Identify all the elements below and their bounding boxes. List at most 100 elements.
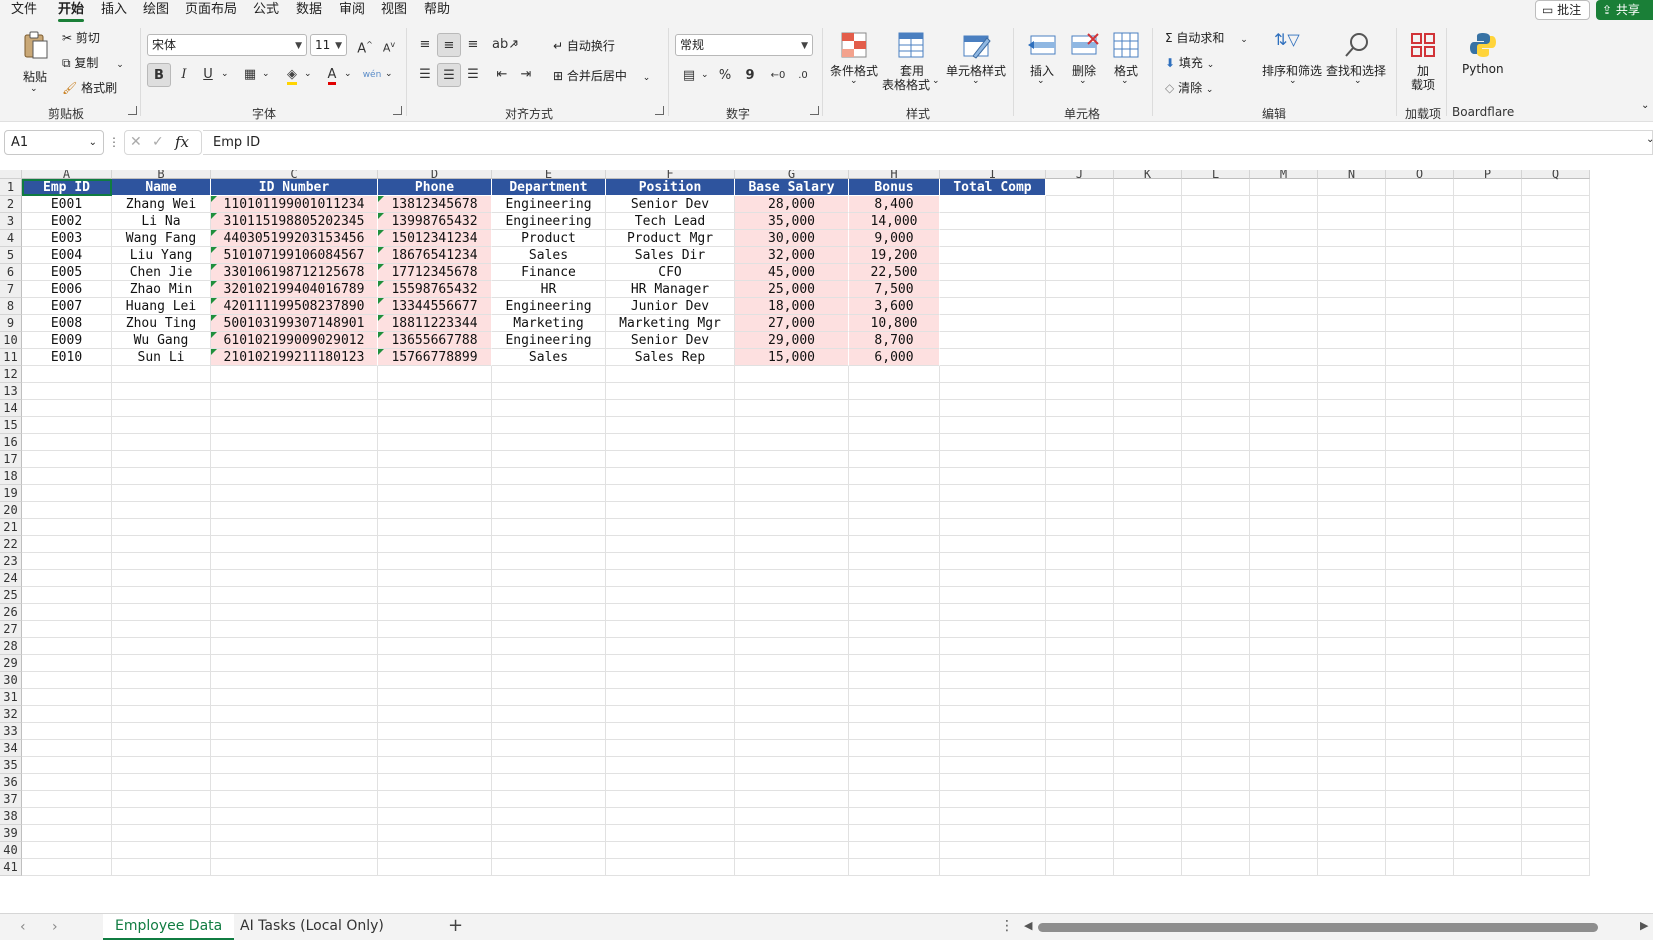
cell-P31[interactable] <box>1454 689 1522 706</box>
cell-M18[interactable] <box>1250 468 1318 485</box>
number-format-select[interactable]: 常规 ▼ <box>675 34 813 56</box>
cell-I14[interactable] <box>940 400 1046 417</box>
horizontal-scrollbar[interactable] <box>1038 923 1598 932</box>
cell-H19[interactable] <box>849 485 940 502</box>
cell-P9[interactable] <box>1454 315 1522 332</box>
cell-L15[interactable] <box>1182 417 1250 434</box>
cell-N18[interactable] <box>1318 468 1386 485</box>
cell-H26[interactable] <box>849 604 940 621</box>
column-header-D[interactable]: D <box>378 170 492 180</box>
scroll-right-icon[interactable]: ▶ <box>1640 919 1648 932</box>
cell-G1[interactable]: Base Salary <box>735 179 849 196</box>
cell-F24[interactable] <box>606 570 735 587</box>
cell-B38[interactable] <box>112 808 211 825</box>
cell-I4[interactable] <box>940 230 1046 247</box>
increase-indent-button[interactable]: ⇥ <box>514 63 538 87</box>
font-color-button[interactable]: A <box>320 63 344 87</box>
cell-N31[interactable] <box>1318 689 1386 706</box>
cell-I6[interactable] <box>940 264 1046 281</box>
cell-F38[interactable] <box>606 808 735 825</box>
cell-Q15[interactable] <box>1522 417 1590 434</box>
cell-O11[interactable] <box>1386 349 1454 366</box>
cell-C9[interactable]: 500103199307148901 <box>211 315 378 332</box>
cell-J14[interactable] <box>1046 400 1114 417</box>
cell-J35[interactable] <box>1046 757 1114 774</box>
cell-N7[interactable] <box>1318 281 1386 298</box>
row-header-36[interactable]: 36 <box>0 774 22 791</box>
menu-tab-help[interactable]: 帮助 <box>424 2 450 18</box>
cell-E40[interactable] <box>492 842 606 859</box>
row-header-39[interactable]: 39 <box>0 825 22 842</box>
cell-O7[interactable] <box>1386 281 1454 298</box>
cell-L33[interactable] <box>1182 723 1250 740</box>
sort-filter-button[interactable]: ⇅▽ 排序和筛选 ⌄ <box>1262 28 1322 94</box>
cell-P7[interactable] <box>1454 281 1522 298</box>
cell-B12[interactable] <box>112 366 211 383</box>
cell-H27[interactable] <box>849 621 940 638</box>
cell-F31[interactable] <box>606 689 735 706</box>
cell-F18[interactable] <box>606 468 735 485</box>
cell-P1[interactable] <box>1454 179 1522 196</box>
collapse-ribbon-icon[interactable]: ⌄ <box>1641 100 1649 111</box>
column-header-C[interactable]: C <box>211 170 378 180</box>
cell-H12[interactable] <box>849 366 940 383</box>
cell-C13[interactable] <box>211 383 378 400</box>
cell-Q18[interactable] <box>1522 468 1590 485</box>
cell-L7[interactable] <box>1182 281 1250 298</box>
cell-O29[interactable] <box>1386 655 1454 672</box>
cell-F13[interactable] <box>606 383 735 400</box>
cell-D11[interactable]: 15766778899 <box>378 349 492 366</box>
column-header-L[interactable]: L <box>1182 170 1250 180</box>
cell-E31[interactable] <box>492 689 606 706</box>
cell-C20[interactable] <box>211 502 378 519</box>
cell-J8[interactable] <box>1046 298 1114 315</box>
cell-Q36[interactable] <box>1522 774 1590 791</box>
cell-O4[interactable] <box>1386 230 1454 247</box>
cell-P19[interactable] <box>1454 485 1522 502</box>
cell-B28[interactable] <box>112 638 211 655</box>
cell-P16[interactable] <box>1454 434 1522 451</box>
cell-K17[interactable] <box>1114 451 1182 468</box>
cell-O26[interactable] <box>1386 604 1454 621</box>
comma-style-button[interactable]: 9 <box>738 64 762 88</box>
cell-D21[interactable] <box>378 519 492 536</box>
cell-E14[interactable] <box>492 400 606 417</box>
cell-I24[interactable] <box>940 570 1046 587</box>
cell-K20[interactable] <box>1114 502 1182 519</box>
cell-B41[interactable] <box>112 859 211 876</box>
cell-A3[interactable]: E002 <box>22 213 112 230</box>
cell-P30[interactable] <box>1454 672 1522 689</box>
cell-M35[interactable] <box>1250 757 1318 774</box>
more-options-icon[interactable]: ⋮ <box>108 135 120 149</box>
cell-N13[interactable] <box>1318 383 1386 400</box>
cell-J22[interactable] <box>1046 536 1114 553</box>
cell-K1[interactable] <box>1114 179 1182 196</box>
cell-G20[interactable] <box>735 502 849 519</box>
cell-J40[interactable] <box>1046 842 1114 859</box>
cell-F34[interactable] <box>606 740 735 757</box>
cell-K38[interactable] <box>1114 808 1182 825</box>
cell-N21[interactable] <box>1318 519 1386 536</box>
cell-M17[interactable] <box>1250 451 1318 468</box>
cell-N27[interactable] <box>1318 621 1386 638</box>
cell-D34[interactable] <box>378 740 492 757</box>
copy-button[interactable]: ⧉ 复制 ⌄ <box>62 54 124 71</box>
cell-B20[interactable] <box>112 502 211 519</box>
find-select-button[interactable]: 查找和选择 ⌄ <box>1326 28 1388 94</box>
cell-H17[interactable] <box>849 451 940 468</box>
cell-J34[interactable] <box>1046 740 1114 757</box>
cell-A39[interactable] <box>22 825 112 842</box>
cell-C29[interactable] <box>211 655 378 672</box>
format-cells-button[interactable]: 格式 ⌄ <box>1106 28 1146 94</box>
column-header-M[interactable]: M <box>1250 170 1318 180</box>
cell-J19[interactable] <box>1046 485 1114 502</box>
cell-L34[interactable] <box>1182 740 1250 757</box>
cell-Q32[interactable] <box>1522 706 1590 723</box>
cell-K12[interactable] <box>1114 366 1182 383</box>
cell-N16[interactable] <box>1318 434 1386 451</box>
cell-A16[interactable] <box>22 434 112 451</box>
cell-I36[interactable] <box>940 774 1046 791</box>
cell-H24[interactable] <box>849 570 940 587</box>
cell-J6[interactable] <box>1046 264 1114 281</box>
cell-F30[interactable] <box>606 672 735 689</box>
